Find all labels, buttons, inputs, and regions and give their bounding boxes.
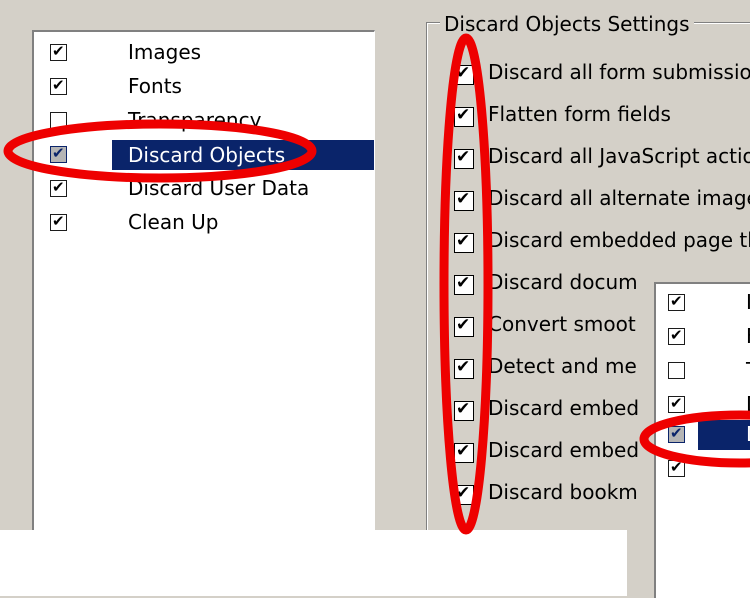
list-item-label: D bbox=[746, 392, 750, 416]
option-label: Discard all alternate images bbox=[488, 186, 750, 210]
settings-group-title: Discard Objects Settings bbox=[440, 12, 694, 36]
option-label: Discard docum bbox=[488, 270, 638, 294]
list-item[interactable] bbox=[656, 452, 750, 486]
option-label: Discard all form submission, bbox=[488, 60, 750, 84]
images-checkbox[interactable] bbox=[50, 42, 67, 61]
fonts-checkbox[interactable] bbox=[50, 76, 67, 95]
option-checkbox[interactable] bbox=[454, 105, 474, 127]
list-item-label: D bbox=[746, 422, 750, 446]
option-checkbox[interactable] bbox=[454, 315, 474, 337]
option-label: Discard all JavaScript action bbox=[488, 144, 750, 168]
item-checkbox[interactable] bbox=[668, 394, 685, 413]
list-item-label: Clean Up bbox=[128, 210, 219, 234]
overlay-category-list[interactable]: I F T D D bbox=[654, 282, 750, 598]
option-checkbox[interactable] bbox=[454, 63, 474, 85]
list-item[interactable]: T bbox=[656, 354, 750, 388]
list-item-label: F bbox=[746, 324, 750, 348]
list-item-label: Images bbox=[128, 40, 202, 64]
option-checkbox[interactable] bbox=[454, 483, 474, 505]
option-label: Discard embed bbox=[488, 438, 640, 462]
list-item-label: I bbox=[746, 290, 750, 314]
list-item[interactable]: F bbox=[656, 320, 750, 354]
item-checkbox[interactable] bbox=[668, 424, 685, 443]
list-item-images[interactable]: Images bbox=[34, 36, 374, 70]
list-item-label: Discard Objects bbox=[112, 140, 374, 170]
list-item[interactable]: D bbox=[656, 388, 750, 422]
option-checkbox[interactable] bbox=[454, 147, 474, 169]
list-item-discard-objects[interactable]: Discard Objects bbox=[34, 138, 374, 172]
discard-user-data-checkbox[interactable] bbox=[50, 178, 67, 197]
option-label: Discard embed bbox=[488, 396, 640, 420]
selection-highlight bbox=[698, 420, 750, 450]
item-checkbox[interactable] bbox=[668, 458, 685, 477]
item-checkbox[interactable] bbox=[668, 326, 685, 345]
item-checkbox[interactable] bbox=[668, 362, 685, 379]
list-item[interactable]: I bbox=[656, 286, 750, 320]
list-item-discard-user-data[interactable]: Discard User Data bbox=[34, 172, 374, 206]
option-label: Convert smoot bbox=[488, 312, 636, 336]
category-list[interactable]: Images Fonts Transparency Discard Object… bbox=[32, 30, 375, 532]
clean-up-checkbox[interactable] bbox=[50, 212, 67, 231]
option-checkbox[interactable] bbox=[454, 189, 474, 211]
list-item-label: Discard User Data bbox=[128, 176, 310, 200]
option-checkbox[interactable] bbox=[454, 273, 474, 295]
list-item-label: T bbox=[746, 358, 750, 382]
blank-region bbox=[0, 530, 627, 596]
discard-objects-checkbox[interactable] bbox=[50, 144, 67, 163]
option-label: Discard bookm bbox=[488, 480, 638, 504]
transparency-checkbox[interactable] bbox=[50, 112, 67, 129]
item-checkbox[interactable] bbox=[668, 292, 685, 311]
option-checkbox[interactable] bbox=[454, 441, 474, 463]
list-item-label: Fonts bbox=[128, 74, 182, 98]
list-item-fonts[interactable]: Fonts bbox=[34, 70, 374, 104]
list-item-selected[interactable]: D bbox=[656, 418, 750, 452]
option-label: Discard embedded page thu bbox=[488, 228, 750, 252]
option-checkbox[interactable] bbox=[454, 231, 474, 253]
list-item-label: Transparency bbox=[128, 108, 262, 132]
option-checkbox[interactable] bbox=[454, 357, 474, 379]
option-checkbox[interactable] bbox=[454, 399, 474, 421]
list-item-transparency[interactable]: Transparency bbox=[34, 104, 374, 138]
list-item-clean-up[interactable]: Clean Up bbox=[34, 206, 374, 240]
option-label: Detect and me bbox=[488, 354, 637, 378]
option-label: Flatten form fields bbox=[488, 102, 671, 126]
